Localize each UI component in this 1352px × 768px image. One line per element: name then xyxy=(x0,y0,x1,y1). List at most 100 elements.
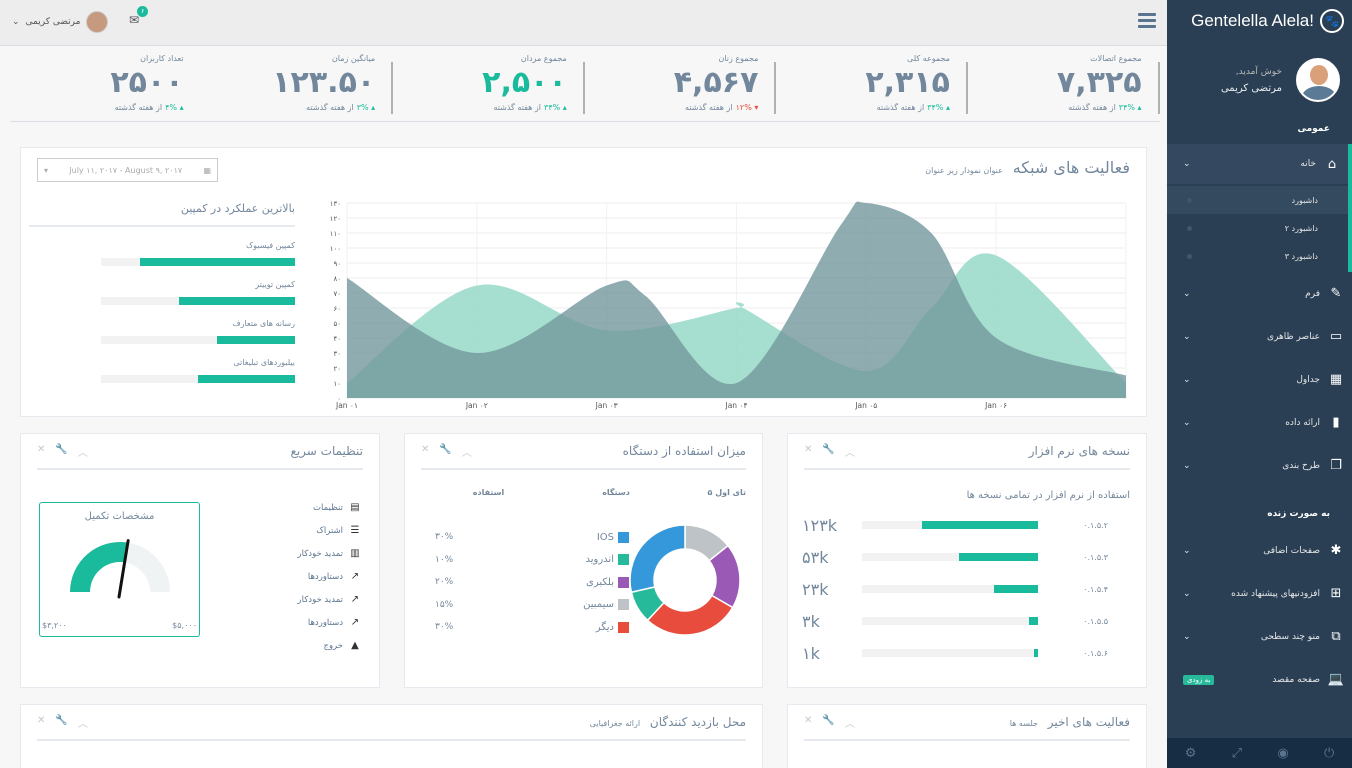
quick-settings-item[interactable]: ↗ دستاوردها xyxy=(298,565,361,588)
software-count: ۳k xyxy=(802,611,820,631)
chevron-up-icon[interactable]: ︿ xyxy=(845,444,855,459)
quick-settings-item[interactable]: ↗ تمدید خودکار xyxy=(298,588,361,611)
tile-delta-value: ۴% xyxy=(165,103,178,112)
network-activity-panel: فعالیت های شبکه عنوان نمودار زیر عنوان ▾… xyxy=(20,147,1147,417)
gauge-title: مشخصات تکمیل xyxy=(84,511,155,522)
device-usage-value: ۲۰% xyxy=(435,577,454,588)
chevron-up-icon[interactable]: ︿ xyxy=(78,715,88,730)
clone-icon: ❐ xyxy=(1330,458,1342,473)
sitemap-icon: ⧉ xyxy=(1331,629,1341,644)
chevron-down-icon: ⌄ xyxy=(1183,460,1191,471)
sidebar-item-extra-pages[interactable]: ✱ صفحات اضافی ⌄ xyxy=(1167,529,1352,572)
panel-title: فعالیت های اخیر xyxy=(1047,715,1130,729)
device-usage-value: ۱۰% xyxy=(435,554,454,565)
sidebar-item-data-presentation[interactable]: ▮ ارائه داده ⌄ xyxy=(1167,401,1352,444)
campaign-title: بالاترین عملکرد در کمپین xyxy=(29,202,295,227)
sidebar-item-landing[interactable]: 💻 صفحه مقصد به زودی xyxy=(1167,658,1352,701)
tile-value: ۱۲۳.۵۰ xyxy=(272,65,376,100)
user-dropdown[interactable]: ⌄ مرتضی کریمی xyxy=(12,11,109,33)
quick-settings-label: دستاوردها xyxy=(307,571,343,582)
menu-toggle-icon[interactable] xyxy=(1138,13,1156,31)
x-tick-label: Jan ۰۳ xyxy=(595,401,618,410)
stat-tile: مجموع اتصالات ۷,۳۲۵ ▴ ۳۴%از هفته گذشته xyxy=(968,46,1160,121)
legend-item: بلکبری xyxy=(575,571,629,594)
laptop-icon: 💻 xyxy=(1327,672,1344,687)
submenu-item-dashboard[interactable]: داشبورد xyxy=(1167,186,1348,214)
sidebar-item-tables[interactable]: ▦ جداول ⌄ xyxy=(1167,358,1352,401)
brand[interactable]: 🐾 Gentelella Alela! xyxy=(1167,0,1352,42)
sidebar-item-multilevel[interactable]: ⧉ منو چند سطحی ⌄ xyxy=(1167,615,1352,658)
profile-name: مرتضی کریمی xyxy=(1220,82,1282,94)
tile-delta-value: ۱۲% xyxy=(735,103,752,112)
fullscreen-icon[interactable]: ⤢ xyxy=(1232,746,1242,761)
panel-title: نسخه های نرم افزار xyxy=(1028,444,1130,458)
bar-chart-icon: ▮ xyxy=(1332,415,1340,430)
sidebar-item-home[interactable]: ⌂ خانه ⌄ xyxy=(1167,144,1352,184)
bug-icon: ✱ xyxy=(1330,543,1342,558)
wrench-icon[interactable]: 🔧 xyxy=(55,715,67,730)
campaign-performance: بالاترین عملکرد در کمپین کمپین فیسبوک کمپ… xyxy=(29,202,295,397)
wrench-icon[interactable]: 🔧 xyxy=(822,715,834,730)
panel-tools: ✕ 🔧 ︿ xyxy=(37,444,88,459)
sidebar-item-layouts[interactable]: ❐ طرح بندی ⌄ xyxy=(1167,444,1352,487)
stat-tile: مجموع مردان ۲,۵۰۰ ▴ ۳۴%از هفته گذشته xyxy=(393,46,585,121)
submenu-item-dashboard-2[interactable]: داشبورد ۲ xyxy=(1167,214,1348,242)
software-count: ۲۳k xyxy=(802,579,829,599)
quick-settings-item[interactable]: ▲ خروج xyxy=(298,634,361,657)
arrow-up-icon: ▴ xyxy=(1135,103,1142,112)
power-icon[interactable]: ⏻ xyxy=(1324,746,1334,761)
wrench-icon[interactable]: 🔧 xyxy=(439,444,451,459)
y-tick-label: ۱۰۰ xyxy=(330,245,341,253)
sidebar-item-ui-elements[interactable]: ▭ عناصر ظاهری ⌄ xyxy=(1167,315,1352,358)
campaign-progress-bar xyxy=(101,375,295,383)
quick-settings-item[interactable]: ↗ دستاوردها xyxy=(298,611,361,634)
tile-suffix: از هفته گذشته xyxy=(685,103,733,112)
visitors-location-panel: ✕ 🔧 ︿ محل بازدید کنندگان ارائه جغرافیایی xyxy=(20,704,763,768)
tile-footer: ▴ ۳۴%از هفته گذشته xyxy=(393,103,566,112)
sidebar-item-label: خانه xyxy=(1300,159,1316,169)
wrench-icon[interactable]: 🔧 xyxy=(55,444,67,459)
wrench-icon[interactable]: 🔧 xyxy=(822,444,834,459)
sidebar-item-addons[interactable]: ⊞ افزودنیهای پیشنهاد شده ⌄ xyxy=(1167,572,1352,615)
sidebar-item-label: منو چند سطحی xyxy=(1260,631,1320,642)
date-range-picker[interactable]: ▾ July ۱۱, ۲۰۱۷ - August ۹, ۲۰۱۷ ▦ xyxy=(37,158,218,182)
submenu-item-dashboard-3[interactable]: داشبورد ۳ xyxy=(1167,242,1348,270)
quick-settings-item[interactable]: ▥ تمدید خودکار xyxy=(298,542,361,565)
close-icon[interactable]: ✕ xyxy=(421,444,429,459)
software-versions-panel: ✕ 🔧 ︿ نسخه های نرم افزار استفاده از نرم … xyxy=(787,433,1147,688)
desktop-icon: ▭ xyxy=(1329,329,1343,344)
legend-swatch xyxy=(618,576,629,588)
stat-tile: میانگین زمان ۱۲۳.۵۰ ▴ ۳%از هفته گذشته xyxy=(202,46,394,121)
bars-icon: ☰ xyxy=(350,525,360,536)
campaign-progress-fill xyxy=(139,258,295,266)
quick-settings-item[interactable]: ☰ اشتراک xyxy=(298,519,361,542)
close-icon[interactable]: ✕ xyxy=(37,444,45,459)
chevron-down-icon: ⌄ xyxy=(1183,331,1191,342)
chevron-up-icon[interactable]: ︿ xyxy=(462,444,472,459)
welcome-text: خوش آمدید, xyxy=(1235,66,1282,77)
campaign-label: کمپین فیسبوک xyxy=(246,241,295,250)
arrow-up-icon: ▴ xyxy=(943,103,950,112)
campaign-list: کمپین فیسبوک کمپین توییتر رسانه های متعارف… xyxy=(29,241,295,383)
close-icon[interactable]: ✕ xyxy=(804,715,812,730)
chevron-up-icon[interactable]: ︿ xyxy=(845,715,855,730)
sidebar-footer: ⏻ ◉ ⤢ ⚙ xyxy=(1167,738,1352,768)
software-progress-bar xyxy=(862,553,1038,561)
quick-settings-item[interactable]: ▤ تنظیمات xyxy=(298,496,361,519)
edit-icon: ✎ xyxy=(1330,286,1342,301)
windows-icon: ⊞ xyxy=(1330,586,1342,601)
chevron-up-icon[interactable]: ︿ xyxy=(78,444,88,459)
software-row: ۱k ۰.۱.۵.۶ xyxy=(788,637,1146,669)
quick-settings-label: دستاوردها xyxy=(307,617,343,628)
close-icon[interactable]: ✕ xyxy=(37,715,45,730)
paw-icon: 🐾 xyxy=(1320,9,1344,33)
eye-slash-icon[interactable]: ◉ xyxy=(1277,746,1288,761)
avatar[interactable] xyxy=(1296,58,1340,102)
gear-icon[interactable]: ⚙ xyxy=(1185,746,1197,761)
sidebar-item-form[interactable]: ✎ فرم ⌄ xyxy=(1167,272,1352,315)
close-icon[interactable]: ✕ xyxy=(804,444,812,459)
device-legend: IOS اندروید بلکبری سیمبین دیگر xyxy=(575,526,629,639)
legend-item: IOS xyxy=(575,526,629,549)
mail-icon[interactable]: ✉ ۶ xyxy=(129,6,149,27)
table-icon: ▦ xyxy=(1329,372,1343,387)
